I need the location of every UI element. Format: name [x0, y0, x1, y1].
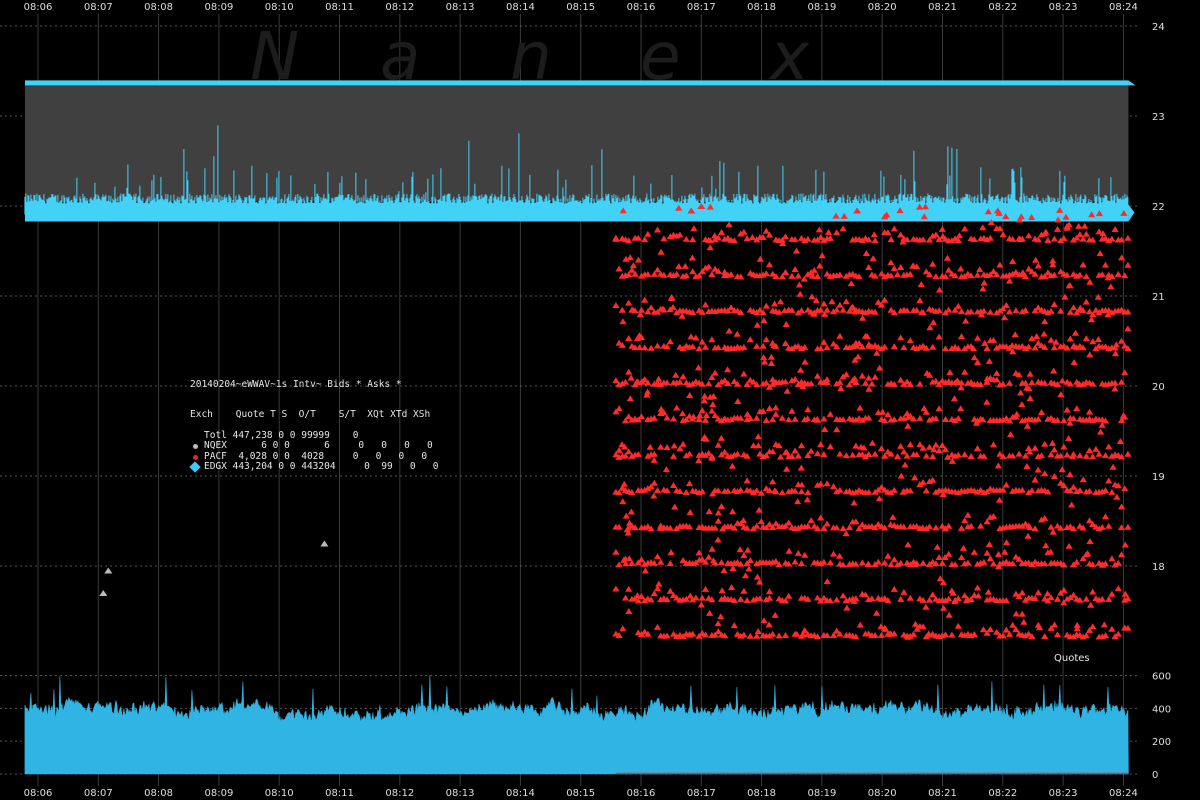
pacf-volume-strip: [615, 772, 1129, 774]
y-tick-0: 18: [1152, 562, 1165, 573]
x-tick-bottom-8: 08:14: [506, 788, 535, 799]
vol-y-tick-1: 200: [1152, 737, 1171, 748]
diamond-icon: [189, 461, 201, 473]
x-tick-bottom-2: 08:08: [144, 788, 173, 799]
x-tick-top-13: 08:19: [807, 2, 836, 13]
x-tick-bottom-14: 08:20: [868, 788, 897, 799]
quotes-panel-label: Quotes: [1054, 653, 1090, 664]
vol-y-tick-0: 0: [1152, 770, 1158, 781]
x-tick-bottom-6: 08:12: [385, 788, 414, 799]
x-tick-top-11: 08:17: [687, 2, 716, 13]
chart-canvas: 08:06 08:06 08:07 08:07 08:08 08:08 08:09 08:09…: [0, 2, 1171, 799]
x-tick-bottom-16: 08:22: [988, 788, 1017, 799]
nqex-marker-0: [99, 590, 108, 596]
x-tick-top-0: 08:06: [24, 2, 53, 13]
y-tick-1: 19: [1152, 472, 1165, 483]
y-tick-6: 24: [1152, 22, 1165, 33]
x-tick-bottom-4: 08:10: [265, 788, 294, 799]
dot-icon: [193, 444, 198, 450]
legend-row-text: EDGX 443,204 0 0 443204 0 99 0 0: [204, 460, 439, 472]
vol-y-tick-2: 400: [1152, 704, 1171, 715]
x-tick-bottom-1: 08:07: [84, 788, 113, 799]
nqex-marker-2: [320, 540, 329, 547]
x-tick-top-14: 08:20: [868, 2, 897, 13]
y-tick-2: 20: [1152, 382, 1165, 393]
x-tick-top-8: 08:14: [506, 2, 535, 13]
x-tick-top-9: 08:15: [566, 2, 595, 13]
edgx-ask-marker: [1128, 80, 1136, 86]
x-tick-top-1: 08:07: [84, 2, 113, 13]
legend: 20140204~eWWAV~1s Intv~ Bids * Asks * Ex…: [189, 359, 439, 473]
legend-header-columns: Exch Quote T S O/T S/T XQt XTd XSh: [190, 409, 431, 421]
x-tick-bottom-10: 08:16: [627, 788, 656, 799]
x-tick-bottom-0: 08:06: [24, 788, 53, 799]
x-tick-top-7: 08:13: [446, 2, 475, 13]
legend-header-title: 20140204~eWWAV~1s Intv~ Bids * Asks *: [190, 378, 402, 390]
x-tick-top-4: 08:10: [265, 2, 294, 13]
x-tick-top-16: 08:22: [988, 2, 1017, 13]
pacf-quote-markers: [612, 203, 1132, 640]
x-tick-bottom-11: 08:17: [687, 788, 716, 799]
y-tick-4: 22: [1152, 202, 1165, 213]
edgx-spread-band: [24, 85, 1129, 202]
x-tick-top-17: 08:23: [1049, 2, 1078, 13]
edgx-bid-marker: [1128, 204, 1135, 222]
quotes-volume-area: [24, 675, 1129, 775]
x-tick-top-5: 08:11: [325, 2, 354, 13]
legend-row-3: EDGX 443,204 0 0 443204 0 99 0 0: [189, 460, 439, 473]
x-tick-bottom-3: 08:09: [204, 788, 233, 799]
vol-y-tick-3: 600: [1152, 672, 1171, 683]
y-tick-3: 21: [1152, 292, 1165, 303]
x-tick-bottom-15: 08:21: [928, 788, 957, 799]
x-tick-bottom-7: 08:13: [446, 788, 475, 799]
x-tick-top-18: 08:24: [1109, 2, 1138, 13]
x-tick-top-10: 08:16: [627, 2, 656, 13]
x-tick-top-15: 08:21: [928, 2, 957, 13]
edgx-ask-line: [24, 80, 1129, 86]
x-tick-top-2: 08:08: [144, 2, 173, 13]
x-tick-bottom-13: 08:19: [807, 788, 836, 799]
x-tick-top-12: 08:18: [747, 2, 776, 13]
x-tick-top-3: 08:09: [204, 2, 233, 13]
dot-icon: [193, 454, 198, 460]
nqex-marker-1: [104, 567, 113, 574]
x-tick-bottom-17: 08:23: [1049, 788, 1078, 799]
edgx-bid-line: [24, 204, 1129, 222]
x-tick-bottom-9: 08:15: [566, 788, 595, 799]
x-tick-bottom-5: 08:11: [325, 788, 354, 799]
x-tick-bottom-18: 08:24: [1109, 788, 1138, 799]
x-tick-top-6: 08:12: [385, 2, 414, 13]
y-tick-5: 23: [1152, 112, 1165, 123]
x-tick-bottom-12: 08:18: [747, 788, 776, 799]
